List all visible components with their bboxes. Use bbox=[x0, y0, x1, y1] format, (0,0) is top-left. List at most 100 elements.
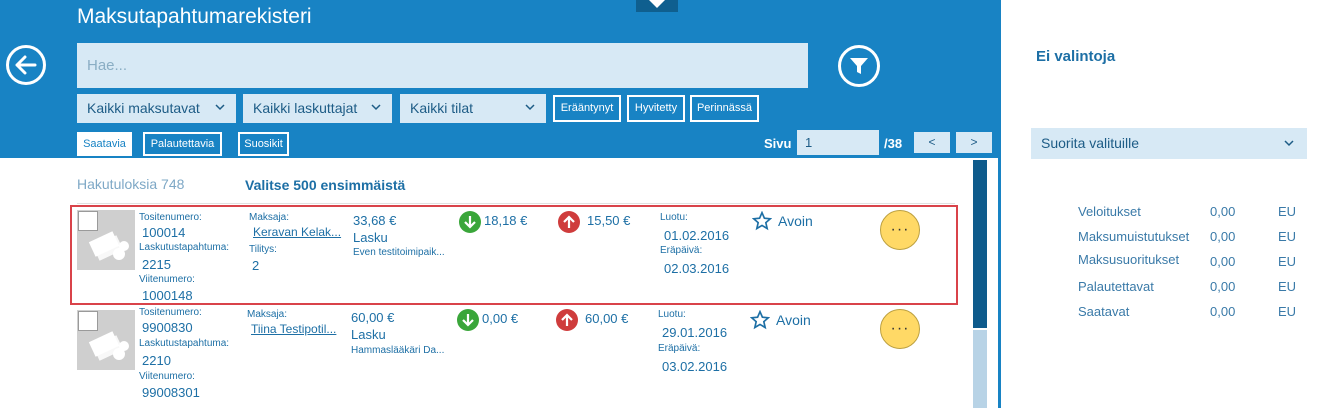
voucher-number: 100014 bbox=[142, 225, 186, 240]
summary-value: 0,00 bbox=[1210, 304, 1236, 319]
table-row[interactable]: Tositenumero: 100014 Laskutustapahtuma: … bbox=[70, 205, 958, 305]
credited-toggle[interactable]: Hyvitetty bbox=[627, 95, 685, 122]
reference-number: 99008301 bbox=[142, 385, 200, 400]
summary-label: Saatavat bbox=[1078, 304, 1130, 319]
status-text: Avoin bbox=[776, 312, 811, 328]
summary-unit: EU bbox=[1278, 229, 1297, 244]
summary-unit: EU bbox=[1278, 204, 1297, 219]
overdue-toggle[interactable]: Erääntynyt bbox=[553, 95, 621, 122]
select-first-500-link[interactable]: Valitse 500 ensimmäistä bbox=[245, 177, 405, 193]
summary-value: 0,00 bbox=[1210, 254, 1236, 269]
document-type: Lasku bbox=[353, 230, 388, 245]
outgoing-amount: 15,50 € bbox=[587, 213, 631, 228]
chevron-down-icon bbox=[371, 104, 381, 111]
scrollbar-thumb[interactable] bbox=[973, 160, 987, 328]
chevron-down-icon bbox=[1284, 140, 1294, 147]
results-count: Hakutuloksia 748 bbox=[77, 176, 185, 192]
more-options-button[interactable]: ··· bbox=[880, 309, 920, 349]
filter-button[interactable] bbox=[838, 45, 880, 87]
tab-receivables[interactable]: Saatavia bbox=[77, 132, 132, 156]
created-date: 01.02.2016 bbox=[664, 228, 730, 243]
billing-event-label: Laskutustapahtuma: bbox=[139, 338, 230, 349]
star-icon bbox=[752, 211, 772, 231]
page-label: Sivu bbox=[764, 136, 792, 151]
due-label: Eräpäivä: bbox=[658, 343, 701, 354]
payer-label: Maksaja: bbox=[247, 309, 288, 320]
voucher-number: 9900830 bbox=[142, 320, 193, 335]
search-input[interactable] bbox=[77, 43, 808, 88]
summary-label: Maksumuistutukset bbox=[1078, 229, 1190, 244]
summary-unit: EU bbox=[1278, 279, 1297, 294]
summary-label: Veloitukset bbox=[1078, 204, 1141, 219]
bulk-action-value: Suorita valituille bbox=[1041, 135, 1140, 151]
incoming-amount: 0,00 € bbox=[482, 311, 519, 326]
payer-link[interactable]: Tiina Testipotil... bbox=[251, 322, 336, 336]
collapse-tab[interactable] bbox=[636, 0, 678, 12]
outgoing-arrow-icon bbox=[556, 309, 578, 331]
reference-label: Viitenumero: bbox=[139, 371, 195, 382]
bulk-action-dropdown[interactable]: Suorita valituille bbox=[1031, 128, 1307, 159]
state-dropdown[interactable]: Kaikki tilat bbox=[400, 94, 546, 123]
voucher-label: Tositenumero: bbox=[139, 307, 202, 318]
amount: 60,00 € bbox=[351, 310, 395, 325]
summary-row: Maksumuistutukset 0,00 EU bbox=[1078, 229, 1298, 247]
summary-label: Maksusuoritukset bbox=[1078, 252, 1180, 267]
header-bar: Maksutapahtumarekisteri Kaikki maksutava… bbox=[0, 0, 1000, 158]
created-date: 29.01.2016 bbox=[662, 325, 728, 340]
prev-page-button[interactable]: < bbox=[914, 132, 950, 153]
summary-row: Maksusuoritukset 0,00 EU bbox=[1078, 252, 1298, 270]
row-checkbox[interactable] bbox=[78, 311, 98, 331]
status-text: Avoin bbox=[778, 213, 813, 229]
page-number-input[interactable] bbox=[797, 130, 879, 155]
arrow-left-icon bbox=[15, 55, 37, 75]
summary-value: 0,00 bbox=[1210, 279, 1236, 294]
biller-dropdown[interactable]: Kaikki laskuttajat bbox=[243, 94, 392, 123]
payment-type-dropdown[interactable]: Kaikki maksutavat bbox=[77, 94, 236, 123]
selection-status: Ei valintoja bbox=[1036, 48, 1116, 65]
incoming-arrow-icon bbox=[457, 309, 479, 331]
settlement-label: Tilitys: bbox=[249, 244, 277, 255]
incoming-amount: 18,18 € bbox=[484, 213, 528, 228]
description: Even testitoimipaik... bbox=[353, 247, 445, 258]
summary-unit: EU bbox=[1278, 254, 1297, 269]
biller-value: Kaikki laskuttajat bbox=[253, 100, 358, 116]
payer-link[interactable]: Keravan Kelak... bbox=[253, 225, 341, 239]
summary-row: Veloitukset 0,00 EU bbox=[1078, 204, 1298, 222]
outgoing-arrow-icon bbox=[558, 211, 580, 233]
favorite-toggle[interactable]: Avoin bbox=[752, 211, 813, 231]
payment-type-value: Kaikki maksutavat bbox=[87, 100, 200, 116]
reference-number: 1000148 bbox=[142, 288, 193, 303]
settlement-number: 2 bbox=[252, 258, 260, 273]
collection-toggle[interactable]: Perinnässä bbox=[690, 95, 759, 122]
back-button[interactable] bbox=[6, 45, 46, 85]
description: Hammaslääkäri Da... bbox=[351, 345, 445, 356]
due-date: 03.02.2016 bbox=[662, 359, 728, 374]
row-checkbox[interactable] bbox=[78, 211, 98, 231]
scrollbar-track-lower[interactable] bbox=[973, 330, 987, 408]
incoming-arrow-icon bbox=[459, 211, 481, 233]
summary-row: Saatavat 0,00 EU bbox=[1078, 304, 1298, 322]
summary-value: 0,00 bbox=[1210, 204, 1236, 219]
summary-label: Palautettavat bbox=[1078, 279, 1154, 294]
tab-refundables[interactable]: Palautettavia bbox=[143, 132, 222, 156]
state-value: Kaikki tilat bbox=[410, 100, 474, 116]
favorite-toggle[interactable]: Avoin bbox=[750, 310, 811, 330]
summary-row: Palautettavat 0,00 EU bbox=[1078, 279, 1298, 297]
tab-favorites[interactable]: Suosikit bbox=[238, 132, 289, 156]
more-options-button[interactable]: ··· bbox=[880, 210, 920, 250]
payer-label: Maksaja: bbox=[249, 212, 290, 223]
page-total: /38 bbox=[884, 136, 903, 151]
reference-label: Viitenumero: bbox=[139, 274, 195, 285]
star-icon bbox=[750, 310, 770, 330]
funnel-icon bbox=[850, 58, 868, 74]
created-label: Luotu: bbox=[658, 309, 686, 320]
chevron-down-icon bbox=[649, 0, 665, 8]
table-row[interactable]: Tositenumero: 9900830 Laskutustapahtuma:… bbox=[70, 307, 958, 407]
summary-unit: EU bbox=[1278, 304, 1297, 319]
next-page-button[interactable]: > bbox=[956, 132, 992, 153]
created-label: Luotu: bbox=[660, 212, 688, 223]
summary-value: 0,00 bbox=[1210, 229, 1236, 244]
due-label: Eräpäivä: bbox=[660, 245, 703, 256]
chevron-down-icon bbox=[215, 104, 225, 111]
chevron-down-icon bbox=[525, 104, 535, 111]
